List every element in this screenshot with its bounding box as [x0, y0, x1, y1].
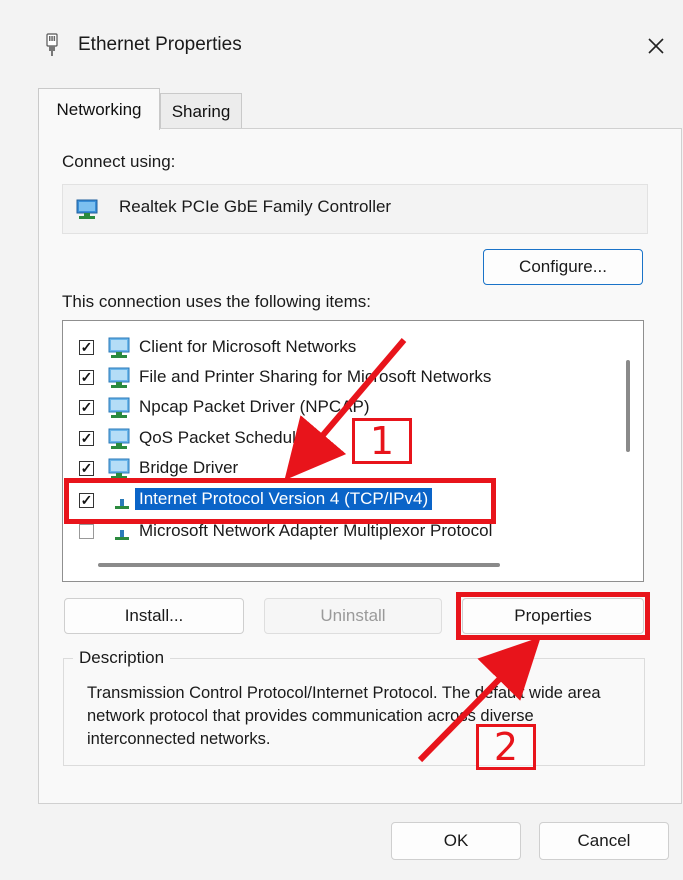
- horizontal-scrollbar[interactable]: [98, 563, 500, 567]
- item-checkbox[interactable]: ✓: [79, 431, 94, 446]
- item-checkbox[interactable]: ✓: [79, 493, 94, 508]
- connect-using-label: Connect using:: [62, 152, 176, 171]
- cancel-button[interactable]: Cancel: [539, 822, 669, 860]
- item-checkbox[interactable]: ✓: [79, 400, 94, 415]
- close-icon: [648, 38, 664, 54]
- item-checkbox[interactable]: ✓: [79, 461, 94, 476]
- list-item[interactable]: ✓ Npcap Packet Driver (NPCAP): [63, 393, 623, 423]
- network-service-icon: [108, 397, 130, 418]
- network-service-icon: [108, 367, 130, 388]
- adapter-field: Realtek PCIe GbE Family Controller: [62, 184, 648, 234]
- list-item[interactable]: Microsoft Network Adapter Multiplexor Pr…: [63, 517, 623, 547]
- vertical-scrollbar[interactable]: [626, 360, 630, 452]
- adapter-name: Realtek PCIe GbE Family Controller: [119, 197, 392, 216]
- list-item[interactable]: ✓ Internet Protocol Version 4 (TCP/IPv4): [63, 486, 623, 516]
- item-label: File and Printer Sharing for Microsoft N…: [139, 367, 492, 386]
- item-label: QoS Packet Scheduler: [139, 428, 311, 447]
- ethernet-icon: [46, 33, 58, 56]
- list-item[interactable]: ✓ QoS Packet Scheduler: [63, 424, 623, 454]
- configure-button[interactable]: Configure...: [483, 249, 643, 285]
- item-label: Client for Microsoft Networks: [139, 337, 357, 356]
- window-title: Ethernet Properties: [78, 34, 242, 55]
- network-service-icon: [108, 428, 130, 449]
- item-label: Bridge Driver: [139, 458, 239, 477]
- item-label: Npcap Packet Driver (NPCAP): [139, 397, 370, 416]
- protocol-icon: [115, 530, 129, 540]
- description-text: Transmission Control Protocol/Internet P…: [87, 684, 601, 748]
- list-item[interactable]: ✓ File and Printer Sharing for Microsoft …: [63, 363, 623, 393]
- item-checkbox[interactable]: [79, 524, 94, 539]
- tab-networking[interactable]: Networking: [38, 88, 160, 130]
- item-label: Microsoft Network Adapter Multiplexor Pr…: [139, 521, 493, 540]
- item-checkbox[interactable]: ✓: [79, 370, 94, 385]
- ethernet-properties-dialog: Ethernet Properties Networking Sharing C…: [0, 0, 683, 880]
- item-checkbox[interactable]: ✓: [79, 340, 94, 355]
- list-item[interactable]: ✓ Bridge Driver: [63, 454, 623, 484]
- ok-button[interactable]: OK: [391, 822, 521, 860]
- install-button[interactable]: Install...: [64, 598, 244, 634]
- network-service-icon: [108, 458, 130, 479]
- items-label: This connection uses the following items…: [62, 292, 371, 311]
- item-label: Internet Protocol Version 4 (TCP/IPv4): [135, 488, 433, 510]
- tab-sharing[interactable]: Sharing: [160, 93, 242, 129]
- network-adapter-icon: [76, 199, 98, 219]
- properties-button[interactable]: Properties: [462, 598, 644, 634]
- list-item[interactable]: ✓ Client for Microsoft Networks: [63, 333, 623, 363]
- network-client-icon: [108, 337, 130, 358]
- description-legend: Description: [73, 648, 171, 668]
- close-button[interactable]: [638, 28, 674, 64]
- items-list[interactable]: ✓ Client for Microsoft Networks ✓ File and …: [62, 320, 644, 582]
- uninstall-button: Uninstall: [264, 598, 442, 634]
- title-bar: Ethernet Properties: [0, 0, 683, 88]
